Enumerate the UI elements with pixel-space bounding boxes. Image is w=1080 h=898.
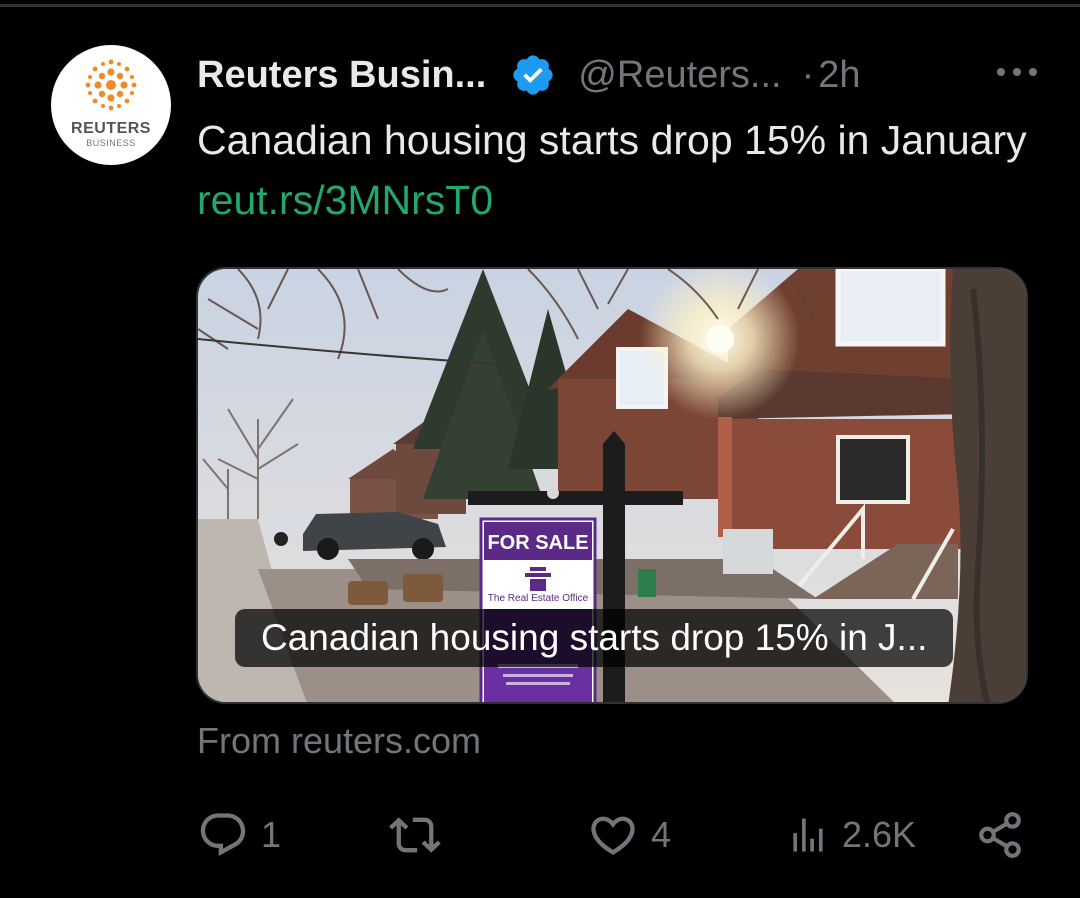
like-count: 4 [651,814,672,855]
tweet-text: Canadian housing starts drop 15% in Janu… [197,110,1037,230]
action-bar: 1 4 2.6K [0,800,1080,870]
share-button[interactable] [975,800,1025,870]
share-icon [979,812,1021,858]
tweet-text-body: Canadian housing starts drop 15% in Janu… [197,117,1027,163]
timestamp[interactable]: 2h [818,54,860,97]
reply-count: 1 [261,814,282,855]
reply-icon [200,813,246,857]
retweet-button[interactable] [385,800,457,870]
separator-dot: · [801,53,815,96]
sign-company-text: The Real Estate Office [488,593,589,604]
link-card[interactable]: FOR SALE The Real Estate Office Canadian… [196,267,1028,704]
card-caption: Canadian housing starts drop 15% in J... [235,609,954,667]
like-button[interactable]: 4 [587,800,671,870]
views-count: 2.6K [842,814,917,855]
sign-for-sale-text: FOR SALE [487,532,588,554]
avatar-brand-text: REUTERS [71,120,151,137]
reply-button[interactable]: 1 [197,800,281,870]
top-divider [0,4,1080,7]
more-icon[interactable] [997,68,1037,76]
retweet-icon [389,817,441,853]
display-name[interactable]: Reuters Busin... [197,54,486,97]
views-icon [793,818,823,852]
views-button[interactable]: 2.6K [786,800,916,870]
avatar-sub-text: BUSINESS [86,138,136,148]
avatar[interactable]: REUTERS BUSINESS [51,45,171,165]
card-source[interactable]: From reuters.com [197,720,481,762]
verified-badge-icon[interactable] [510,52,556,98]
like-icon [591,816,635,855]
tweet-link[interactable]: reut.rs/3MNrsT0 [197,177,493,223]
handle[interactable]: @Reuters... [578,54,781,97]
tweet-header: Reuters Busin... @Reuters... · 2h [197,50,1037,100]
